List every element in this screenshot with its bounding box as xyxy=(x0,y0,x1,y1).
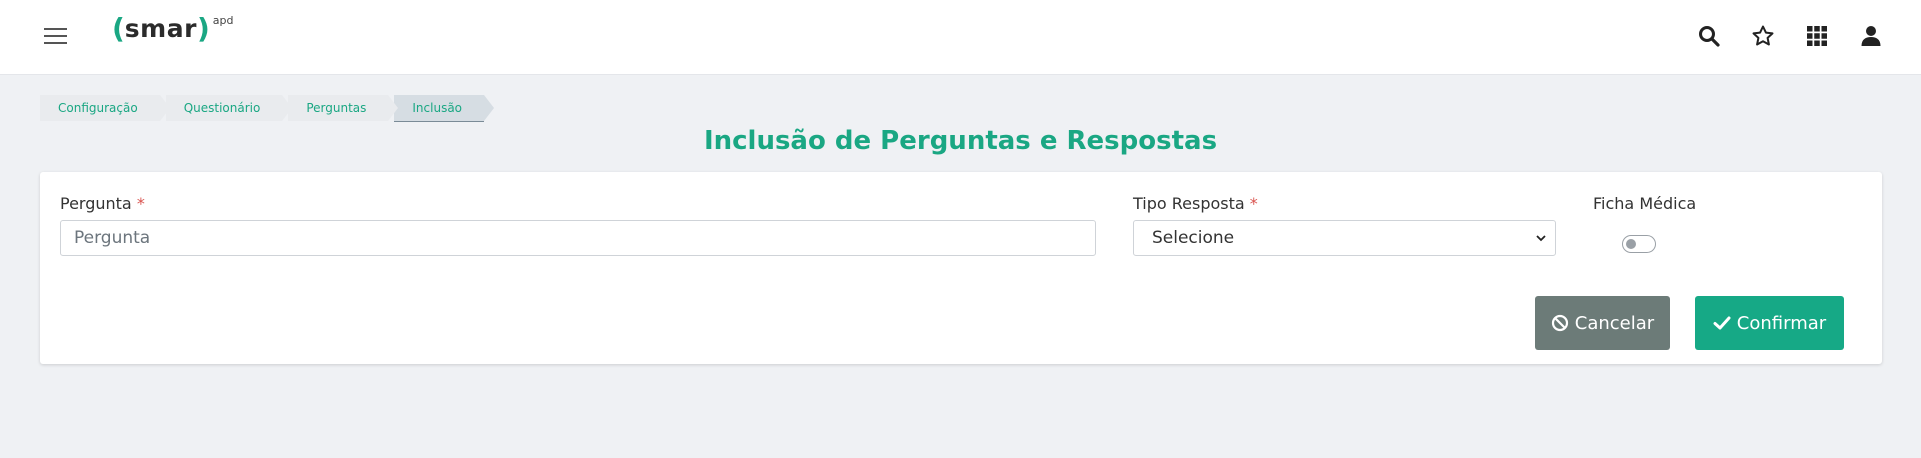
search-icon[interactable] xyxy=(1697,24,1721,48)
top-navbar: ( smar ) apd xyxy=(0,0,1921,75)
tipo-resposta-label-text: Tipo Resposta xyxy=(1133,194,1245,213)
tipo-resposta-select[interactable]: Selecione xyxy=(1133,220,1556,256)
logo-close-paren: ) xyxy=(196,12,210,45)
breadcrumb: Configuração Questionário Perguntas Incl… xyxy=(40,95,494,122)
confirm-button[interactable]: Confirmar xyxy=(1695,296,1844,350)
star-icon[interactable] xyxy=(1751,24,1775,48)
logo-sup: apd xyxy=(212,14,234,27)
ficha-medica-label: Ficha Médica xyxy=(1593,194,1697,213)
check-icon xyxy=(1713,316,1731,330)
cancel-button-label: Cancelar xyxy=(1574,312,1655,334)
breadcrumb-inclusao: Inclusão xyxy=(394,95,494,122)
pergunta-label: Pergunta * xyxy=(60,194,145,213)
pergunta-input[interactable] xyxy=(60,220,1096,256)
logo-open-paren: ( xyxy=(112,12,125,45)
tipo-resposta-label: Tipo Resposta * xyxy=(1133,194,1258,213)
breadcrumb-questionario[interactable]: Questionário xyxy=(165,95,292,121)
required-mark: * xyxy=(1249,194,1258,213)
cancel-button[interactable]: Cancelar xyxy=(1535,296,1670,350)
form-card: Pergunta * Tipo Resposta * Selecione Fic… xyxy=(40,172,1882,364)
confirm-button-label: Confirmar xyxy=(1736,312,1827,334)
breadcrumb-perguntas[interactable]: Perguntas xyxy=(288,95,399,121)
ban-icon xyxy=(1551,314,1568,332)
toggle-knob xyxy=(1626,239,1636,249)
logo-text: smar xyxy=(124,14,197,43)
user-icon[interactable] xyxy=(1859,24,1883,48)
required-mark: * xyxy=(136,194,145,213)
apps-grid-icon[interactable] xyxy=(1805,24,1829,48)
chevron-down-icon xyxy=(1536,235,1546,242)
hamburger-icon[interactable] xyxy=(44,26,68,46)
logo[interactable]: ( smar ) apd xyxy=(112,12,233,52)
breadcrumb-configuracao[interactable]: Configuração xyxy=(40,95,170,121)
pergunta-label-text: Pergunta xyxy=(60,194,132,213)
page-title: Inclusão de Perguntas e Respostas xyxy=(703,126,1218,156)
tipo-resposta-selected: Selecione xyxy=(1152,228,1235,248)
ficha-medica-toggle[interactable] xyxy=(1622,235,1656,253)
